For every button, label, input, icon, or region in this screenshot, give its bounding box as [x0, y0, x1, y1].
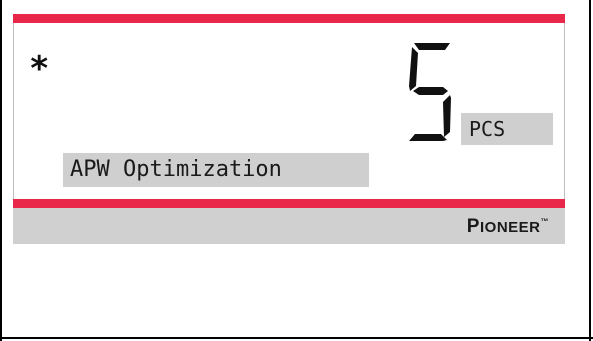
- segment-c: [443, 95, 451, 137]
- scale-display-screen: * 5 PCS APW Optimization PIONEER™: [0, 0, 593, 341]
- unit-label: PCS: [469, 117, 506, 141]
- bottom-accent-bar: [13, 199, 565, 208]
- stability-indicator: *: [29, 49, 50, 89]
- segment-d: [409, 134, 447, 141]
- status-message: APW Optimization: [70, 157, 282, 182]
- status-message-box: APW Optimization: [63, 153, 369, 187]
- frame-bottom-border: [0, 337, 593, 339]
- unit-label-box: PCS: [461, 113, 553, 145]
- frame-left-border: [0, 0, 2, 341]
- segment-f: [409, 47, 418, 91]
- seven-segment-reading: 5: [409, 43, 451, 141]
- segment-g: [413, 87, 448, 95]
- brand-footer: PIONEER™: [13, 208, 565, 244]
- brand-logo: PIONEER™: [466, 216, 549, 237]
- frame-right-border: [589, 0, 591, 341]
- top-accent-bar: [13, 14, 565, 23]
- segment-a: [414, 43, 450, 50]
